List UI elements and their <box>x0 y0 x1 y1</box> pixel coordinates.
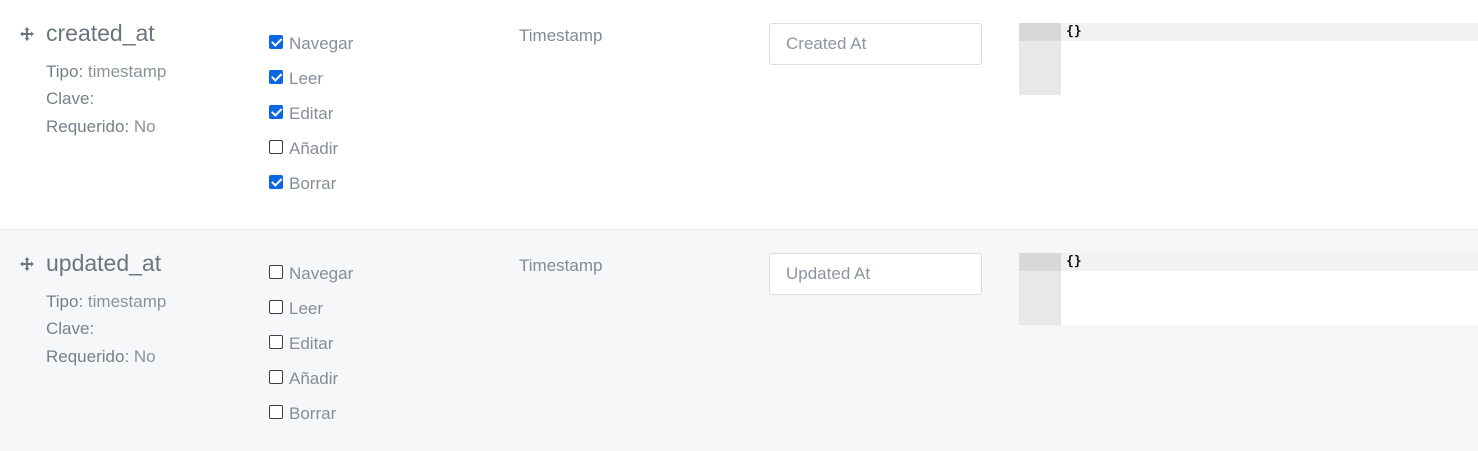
permission-add[interactable]: Añadir <box>269 131 353 166</box>
field-type-info: Tipo: timestamp <box>46 292 167 311</box>
delete-checkbox[interactable] <box>269 174 283 189</box>
permission-edit[interactable]: Editar <box>269 326 353 361</box>
editor-gutter-active-line <box>1019 23 1061 41</box>
permission-add[interactable]: Añadir <box>269 361 353 396</box>
add-checkbox[interactable] <box>269 369 283 384</box>
field-required-info: Requerido: No <box>46 347 156 366</box>
permission-read[interactable]: Leer <box>269 291 353 326</box>
input-type-select[interactable]: Timestamp <box>519 26 602 46</box>
editor-active-line <box>1061 253 1478 271</box>
edit-checkbox[interactable] <box>269 334 283 349</box>
browse-checkbox[interactable] <box>269 34 283 49</box>
move-arrows-icon[interactable] <box>19 256 35 272</box>
permission-delete[interactable]: Borrar <box>269 166 353 201</box>
editor-active-line <box>1061 23 1478 41</box>
input-type-select[interactable]: Timestamp <box>519 256 602 276</box>
permissions-list: Navegar Leer Editar Añadir Borrar <box>269 26 353 201</box>
field-name: created_at <box>46 20 155 46</box>
field-name: updated_at <box>46 250 162 276</box>
field-type-info: Tipo: timestamp <box>46 62 167 81</box>
read-checkbox[interactable] <box>269 69 283 84</box>
edit-checkbox[interactable] <box>269 104 283 119</box>
read-checkbox[interactable] <box>269 299 283 314</box>
field-key-info: Clave: <box>46 319 95 338</box>
add-checkbox[interactable] <box>269 139 283 154</box>
editor-code[interactable]: {} <box>1066 24 1082 40</box>
permission-browse[interactable]: Navegar <box>269 256 353 291</box>
details-json-editor[interactable]: {} <box>1019 253 1478 325</box>
editor-gutter-active-line <box>1019 253 1061 271</box>
delete-checkbox[interactable] <box>269 404 283 419</box>
permission-delete[interactable]: Borrar <box>269 396 353 431</box>
permission-read[interactable]: Leer <box>269 61 353 96</box>
display-name-input[interactable] <box>769 23 982 65</box>
permission-browse[interactable]: Navegar <box>269 26 353 61</box>
move-arrows-icon[interactable] <box>19 26 35 42</box>
details-json-editor[interactable]: {} <box>1019 23 1478 95</box>
display-name-input[interactable] <box>769 253 982 295</box>
permission-edit[interactable]: Editar <box>269 96 353 131</box>
field-row-updated-at: updated_at Tipo: timestamp Clave: Requer… <box>0 230 1478 451</box>
editor-code[interactable]: {} <box>1066 254 1082 270</box>
permissions-list: Navegar Leer Editar Añadir Borrar <box>269 256 353 431</box>
field-required-info: Requerido: No <box>46 117 156 136</box>
field-row-created-at: created_at Tipo: timestamp Clave: Requer… <box>0 0 1478 230</box>
field-key-info: Clave: <box>46 89 95 108</box>
browse-checkbox[interactable] <box>269 264 283 279</box>
